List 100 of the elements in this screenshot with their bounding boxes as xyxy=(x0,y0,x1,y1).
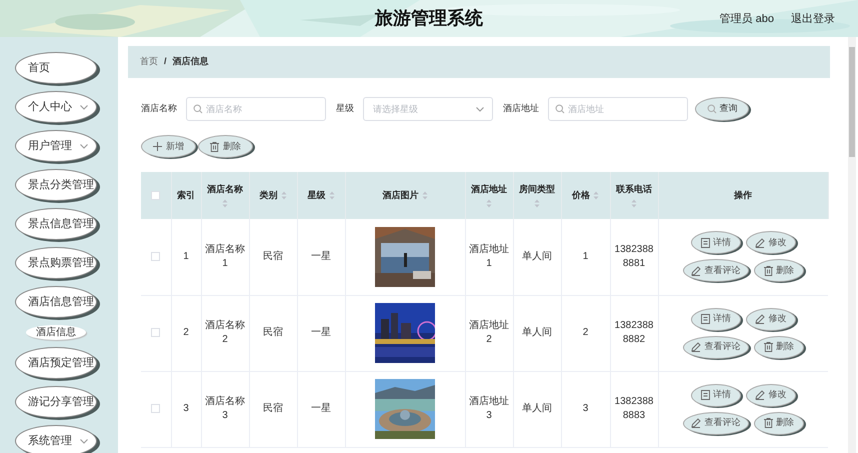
field-label: 酒店地址 xyxy=(503,102,539,116)
delete-button[interactable]: 删除 xyxy=(754,259,804,282)
column-header: 酒店名称 xyxy=(207,184,243,194)
table-cell: 民宿 xyxy=(263,250,283,264)
plus-icon xyxy=(153,142,162,151)
edit-button[interactable]: 修改 xyxy=(746,308,796,330)
submenu-item[interactable]: 酒店信息 xyxy=(26,325,86,340)
document-icon xyxy=(700,238,710,248)
sidebar-item[interactable]: 酒店预定管理 xyxy=(15,347,97,379)
breadcrumb-item[interactable]: 首页 xyxy=(140,55,158,69)
search-icon xyxy=(193,104,203,114)
pencil-icon xyxy=(691,342,702,352)
trash-icon xyxy=(764,342,773,352)
document-icon xyxy=(700,390,710,400)
detail-button[interactable]: 详情 xyxy=(690,308,741,330)
select-all-checkbox[interactable] xyxy=(151,190,160,200)
column-header: 价格 xyxy=(572,190,590,201)
chevron-down-icon xyxy=(476,106,484,112)
table-cell: 2 xyxy=(582,326,588,340)
table-cell: 13823888882 xyxy=(614,319,654,347)
search-icon xyxy=(555,104,565,114)
view-comments-button[interactable]: 查看评论 xyxy=(682,259,749,282)
table-cell: 酒店地址2 xyxy=(469,319,509,347)
column-header: 房间类型 xyxy=(519,184,555,194)
sort-icon[interactable] xyxy=(534,198,540,208)
table-cell: 2 xyxy=(183,326,189,340)
sidebar-item[interactable]: 首页 xyxy=(15,52,97,84)
table-cell: 单人间 xyxy=(522,402,552,416)
user-name: 管理员 abo xyxy=(720,12,774,27)
table-cell: 酒店名称2 xyxy=(205,319,245,347)
sort-icon[interactable] xyxy=(328,191,334,200)
delete-button[interactable]: 删除 xyxy=(198,135,253,158)
sort-icon[interactable] xyxy=(631,198,637,208)
table-cell: 单人间 xyxy=(522,250,552,264)
sort-icon[interactable] xyxy=(593,191,599,200)
sidebar-item[interactable]: 个人中心 xyxy=(15,91,97,123)
table-cell: 一星 xyxy=(311,326,331,340)
pencil-icon xyxy=(755,238,766,248)
sidebar-item[interactable]: 酒店信息管理 xyxy=(15,286,97,318)
sidebar-item[interactable]: 景点信息管理 xyxy=(15,208,97,240)
table-cell: 酒店名称3 xyxy=(205,395,245,423)
chevron-down-icon xyxy=(80,104,88,110)
sort-icon[interactable] xyxy=(222,198,228,208)
document-icon xyxy=(700,314,710,324)
table-cell: 一星 xyxy=(311,250,331,264)
sort-icon[interactable] xyxy=(486,198,492,208)
column-header: 联系电话 xyxy=(616,184,652,194)
field-label: 星级 xyxy=(336,102,354,116)
sort-icon[interactable] xyxy=(422,191,428,200)
chevron-down-icon xyxy=(80,144,88,148)
sidebar-item[interactable]: 游记分享管理 xyxy=(15,386,97,418)
breadcrumb-separator: / xyxy=(164,55,167,68)
input-field[interactable]: 酒店地址 xyxy=(548,97,688,121)
sidebar-item[interactable]: 用户管理 xyxy=(15,130,97,162)
add-button[interactable]: 新增 xyxy=(141,135,196,158)
chevron-down-icon xyxy=(80,438,88,444)
search-icon xyxy=(706,104,716,114)
row-checkbox[interactable] xyxy=(151,328,160,338)
sort-icon[interactable] xyxy=(280,191,286,200)
app-title: 旅游管理系统 xyxy=(375,8,483,28)
delete-button[interactable]: 删除 xyxy=(754,412,804,434)
table-cell: 单人间 xyxy=(522,326,552,340)
delete-button[interactable]: 删除 xyxy=(754,336,804,358)
view-comments-button[interactable]: 查看评论 xyxy=(682,336,749,358)
trash-icon xyxy=(210,142,219,152)
field-label: 酒店名称 xyxy=(141,102,177,116)
row-checkbox[interactable] xyxy=(151,252,160,262)
table-cell: 3 xyxy=(183,402,189,416)
detail-button[interactable]: 详情 xyxy=(690,384,741,406)
sidebar-item[interactable]: 系统管理 xyxy=(15,425,97,453)
scrollbar[interactable] xyxy=(848,37,856,453)
table-cell: 酒店地址3 xyxy=(469,395,509,423)
sidebar-item[interactable]: 景点分类管理 xyxy=(15,169,97,201)
table-cell: 酒店名称1 xyxy=(205,242,245,271)
table-cell: 1 xyxy=(582,250,588,264)
table-cell: 一星 xyxy=(311,402,331,416)
column-header: 酒店图片 xyxy=(382,190,418,201)
trash-icon xyxy=(764,418,773,428)
pencil-icon xyxy=(755,314,766,324)
input-field[interactable]: 酒店名称 xyxy=(186,97,326,121)
logout-link[interactable]: 退出登录 xyxy=(791,11,835,28)
table-cell: 13823888881 xyxy=(614,242,654,271)
column-header: 类别 xyxy=(260,190,278,201)
pencil-icon xyxy=(691,266,702,276)
column-header: 星级 xyxy=(308,190,326,201)
table-cell: 13823888883 xyxy=(614,395,654,423)
detail-button[interactable]: 详情 xyxy=(690,231,741,254)
breadcrumb-item: 酒店信息 xyxy=(172,55,209,68)
edit-button[interactable]: 修改 xyxy=(746,384,796,406)
row-checkbox[interactable] xyxy=(151,404,160,414)
table-cell: 1 xyxy=(183,250,189,264)
column-header: 酒店地址 xyxy=(471,184,507,194)
table-cell: 民宿 xyxy=(263,326,283,340)
pencil-icon xyxy=(691,418,702,428)
select-field[interactable]: 请选择星级 xyxy=(363,97,493,121)
edit-button[interactable]: 修改 xyxy=(746,231,796,254)
search-button[interactable]: 查询 xyxy=(695,97,749,121)
table-cell: 酒店地址1 xyxy=(469,242,509,271)
sidebar-item[interactable]: 景点购票管理 xyxy=(15,247,97,279)
view-comments-button[interactable]: 查看评论 xyxy=(682,412,749,434)
